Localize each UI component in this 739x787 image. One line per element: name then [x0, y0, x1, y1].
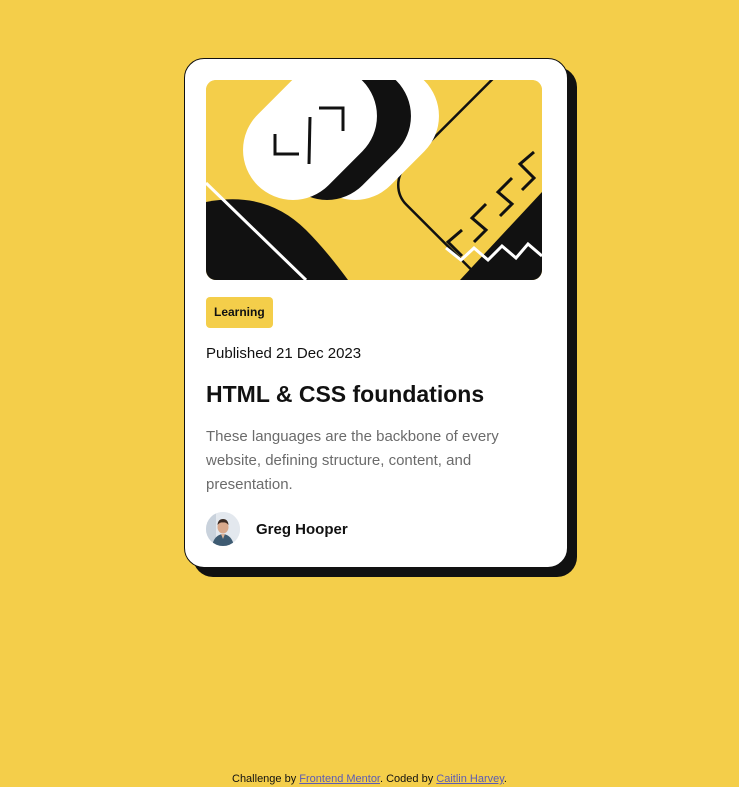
footer-middle: . Coded by: [380, 773, 437, 785]
article-description: These languages are the backbone of ever…: [206, 428, 499, 493]
page: Learning Published 21 Dec 2023 HTML & CS…: [0, 0, 739, 787]
article-title[interactable]: HTML & CSS foundations: [206, 377, 484, 411]
avatar: [206, 512, 240, 546]
author: Greg Hooper: [206, 512, 348, 546]
footer-prefix: Challenge by: [232, 773, 300, 785]
coder-link[interactable]: Caitlin Harvey: [436, 773, 504, 785]
attribution-footer: Challenge by Frontend Mentor. Coded by C…: [0, 772, 739, 786]
hero-illustration: [206, 80, 542, 280]
category-tag: Learning: [206, 297, 273, 328]
blog-preview-card: Learning Published 21 Dec 2023 HTML & CS…: [184, 58, 568, 568]
author-name: Greg Hooper: [256, 520, 348, 538]
footer-suffix: .: [503, 773, 507, 785]
published-date: Published 21 Dec 2023: [206, 345, 362, 362]
frontend-mentor-link[interactable]: Frontend Mentor: [299, 773, 380, 785]
